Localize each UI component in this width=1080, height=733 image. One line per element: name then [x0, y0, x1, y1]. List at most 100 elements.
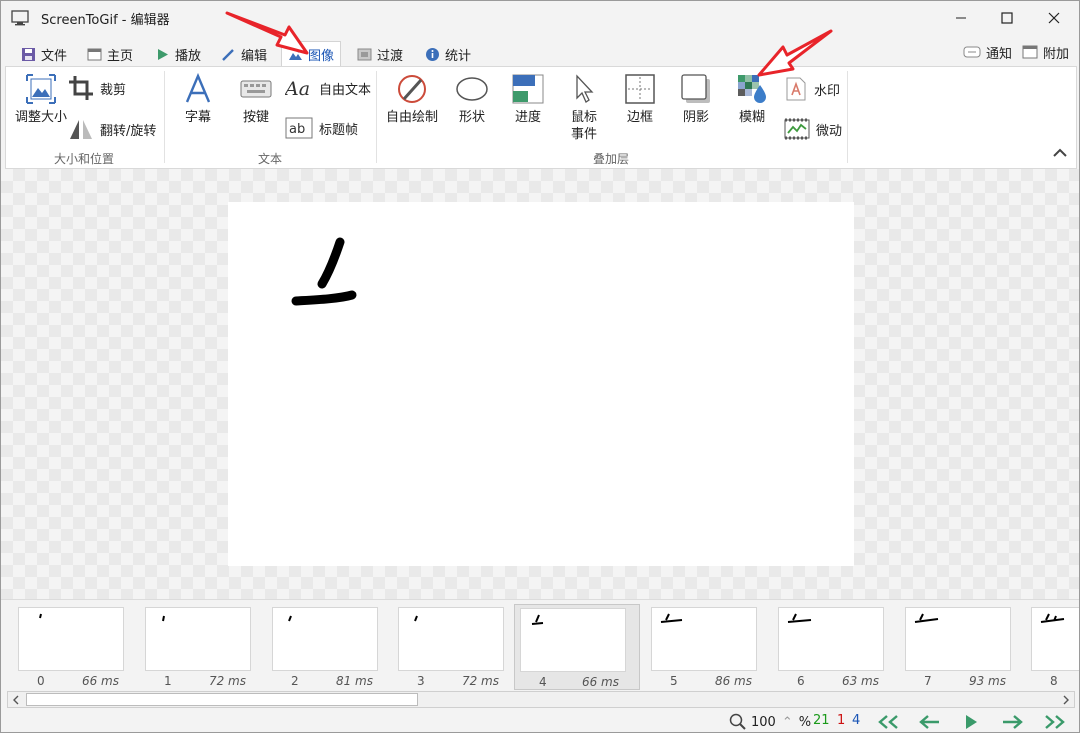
collapse-ribbon-button[interactable] — [1052, 147, 1068, 161]
editor-window: ScreenToGif - 编辑器 文件 主页 播放 编辑 图像 过渡 统计 通… — [0, 0, 1080, 733]
zoom-control[interactable]: 100 ⌃ % — [729, 713, 811, 731]
frame-number: 8 — [1050, 674, 1058, 688]
scroll-right-button[interactable] — [1058, 692, 1074, 707]
frame-thumbnail[interactable]: 7 93 ms — [900, 604, 1026, 690]
frame-thumbnail-image — [520, 608, 626, 672]
tab-home[interactable]: 主页 — [81, 41, 139, 67]
frame-thumbnail[interactable]: 5 86 ms — [646, 604, 772, 690]
extras-label: 附加 — [1043, 46, 1070, 62]
tab-label: 过渡 — [377, 48, 404, 64]
svg-text:Aa: Aa — [285, 78, 310, 99]
magnifier-icon — [729, 713, 746, 730]
frame-thumbnail-image — [18, 607, 124, 671]
scroll-left-button[interactable] — [8, 692, 24, 707]
group-separator — [164, 71, 165, 163]
cinemagraph-button[interactable]: 微动 — [784, 117, 842, 141]
timeline-scrollbar[interactable] — [7, 691, 1075, 708]
extras-button[interactable]: 附加 — [1022, 41, 1069, 63]
current-frame-index: 4 — [852, 713, 861, 728]
resize-icon — [26, 74, 56, 104]
title-frame-button[interactable]: ab 标题帧 — [285, 117, 358, 139]
shapes-button[interactable]: 形状 — [446, 73, 498, 126]
blur-label: 模糊 — [738, 110, 765, 125]
tab-statistics[interactable]: 统计 — [419, 41, 477, 67]
notifications-label: 通知 — [986, 46, 1013, 62]
frame-delay: 63 ms — [841, 674, 879, 688]
frame-thumbnail[interactable]: 8 — [1026, 604, 1079, 690]
keyboard-icon — [240, 80, 272, 98]
maximize-button[interactable] — [984, 1, 1030, 35]
frame-thumbnail[interactable]: 2 81 ms — [267, 604, 393, 690]
tab-transitions[interactable]: 过渡 — [351, 41, 409, 67]
frame-delay: 81 ms — [335, 674, 373, 688]
title-frame-icon: ab — [285, 117, 313, 139]
canvas-area — [1, 169, 1079, 599]
double-arrow-left-icon — [878, 715, 898, 729]
minimize-button[interactable] — [938, 1, 984, 35]
caption-icon — [185, 73, 211, 103]
next-frame-button[interactable] — [997, 712, 1027, 732]
resize-label: 调整大小 — [14, 110, 67, 125]
tab-label: 文件 — [41, 48, 68, 64]
crop-icon — [69, 76, 93, 100]
mouse-events-label-1: 鼠标 — [570, 110, 597, 125]
frame-delay: 66 ms — [581, 675, 619, 689]
free-text-icon: Aa — [285, 78, 310, 99]
annotation-arrow-icon — [225, 11, 309, 55]
last-frame-button[interactable] — [1039, 712, 1069, 732]
frame-thumbnail[interactable]: 6 63 ms — [773, 604, 899, 690]
keystrokes-button[interactable]: 按键 — [230, 73, 282, 126]
text-group-label: 文本 — [258, 152, 283, 166]
frame-thumbnail[interactable]: 1 72 ms — [140, 604, 266, 690]
zoom-unit: % — [798, 714, 812, 730]
scrollbar-thumb[interactable] — [26, 693, 418, 706]
shapes-label: 形状 — [458, 110, 485, 125]
app-icon — [11, 10, 29, 26]
frame-thumbnail-image — [651, 607, 757, 671]
frame-thumbnail-selected[interactable]: 4 66 ms — [514, 604, 640, 690]
notifications-button[interactable]: 通知 — [963, 41, 1012, 63]
ellipse-icon — [456, 77, 488, 101]
frame-delay: 66 ms — [81, 674, 119, 688]
frame-number: 7 — [924, 674, 932, 688]
progress-button[interactable]: 进度 — [502, 73, 554, 126]
blur-button[interactable]: 模糊 — [726, 73, 778, 126]
free-text-button[interactable]: Aa 自由文本 — [285, 77, 371, 99]
zoom-stepper-icon[interactable]: ⌃ — [782, 715, 793, 730]
previous-frame-button[interactable] — [915, 712, 945, 732]
play-icon — [966, 715, 977, 729]
tab-file[interactable]: 文件 — [15, 41, 73, 67]
shadow-button[interactable]: 阴影 — [670, 73, 722, 126]
watermark-button[interactable]: 水印 — [784, 77, 840, 101]
flip-rotate-button[interactable]: 翻转/旋转 — [68, 117, 156, 141]
border-icon — [625, 74, 655, 104]
frame-thumbnail-image — [398, 607, 504, 671]
current-frame-preview[interactable] — [228, 202, 854, 566]
minimize-icon — [956, 17, 966, 19]
tab-play[interactable]: 播放 — [149, 41, 207, 67]
border-button[interactable]: 边框 — [614, 73, 666, 126]
play-icon — [158, 48, 168, 60]
close-button[interactable] — [1031, 1, 1077, 35]
resize-button[interactable]: 调整大小 — [10, 73, 72, 126]
frame-number: 0 — [37, 674, 45, 688]
frame-thumbnail[interactable]: 3 72 ms — [393, 604, 519, 690]
flip-rotate-icon — [70, 120, 92, 139]
save-icon — [22, 47, 35, 61]
double-arrow-right-icon — [1045, 715, 1065, 729]
maximize-icon — [1001, 12, 1013, 24]
group-separator — [847, 71, 848, 163]
status-bar: 100 ⌃ % 21 1 4 — [1, 709, 1079, 732]
first-frame-button[interactable] — [874, 712, 904, 732]
shadow-label: 阴影 — [682, 110, 709, 125]
svg-text:ab: ab — [289, 122, 305, 137]
crop-button[interactable]: 裁剪 — [68, 75, 126, 101]
frame-delay: 72 ms — [461, 674, 499, 688]
crop-label: 裁剪 — [100, 82, 127, 98]
play-button[interactable] — [956, 712, 986, 732]
mouse-events-button[interactable]: 鼠标 事件 — [558, 73, 610, 143]
chevron-up-icon — [1053, 148, 1067, 157]
free-drawing-button[interactable]: 自由绘制 — [380, 73, 444, 126]
frame-thumbnail[interactable]: 0 66 ms — [13, 604, 139, 690]
caption-button[interactable]: 字幕 — [172, 73, 224, 126]
